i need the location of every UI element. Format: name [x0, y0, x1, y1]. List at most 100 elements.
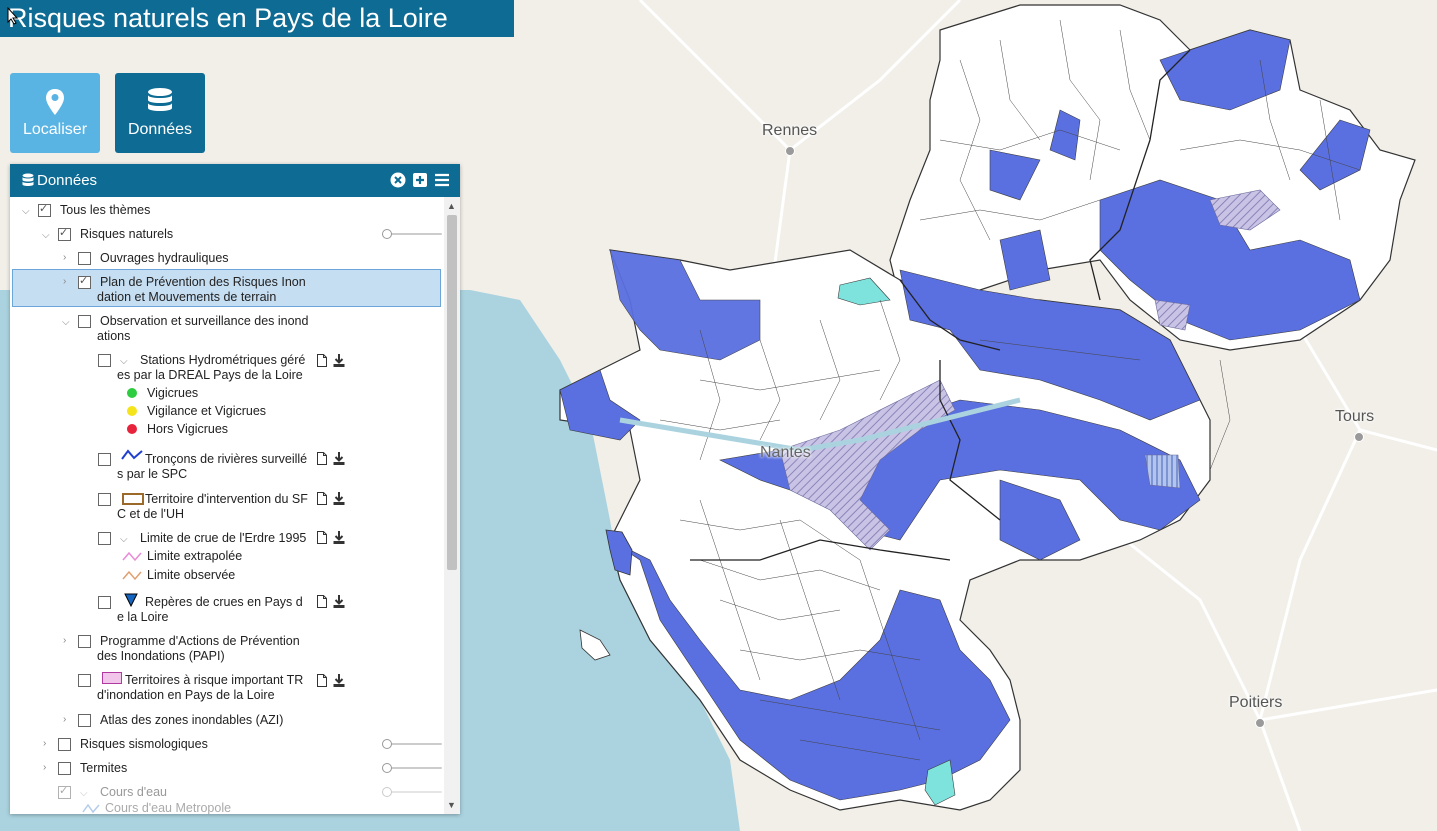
tree-label-azi: Atlas des zones inondables (AZI)	[100, 713, 284, 727]
chevron-down-icon[interactable]: ⌵	[80, 789, 90, 799]
chevron-down-icon[interactable]: ⌵	[120, 357, 130, 367]
scroll-up-icon[interactable]: ▲	[447, 201, 456, 211]
file-icon[interactable]	[316, 531, 328, 544]
tree-label-ppri-line1: Plan de Prévention des Risques Inon	[100, 275, 306, 289]
legend-line-observee	[122, 570, 142, 581]
checkbox-papi[interactable]	[78, 635, 91, 648]
checkbox-tri[interactable]	[78, 674, 91, 687]
river-line-icon	[121, 449, 143, 460]
chevron-right-icon[interactable]: ›	[63, 253, 73, 263]
legend-label-vigilance: Vigilance et Vigicrues	[147, 404, 267, 418]
close-all-icon[interactable]	[390, 172, 406, 188]
chevron-down-icon[interactable]: ⌵	[22, 207, 32, 217]
chevron-right-icon[interactable]: ›	[63, 636, 73, 646]
chevron-down-icon[interactable]: ⌵	[42, 231, 52, 241]
map-marker-icon	[46, 89, 64, 115]
legend-label-observee: Limite observée	[147, 568, 236, 582]
tree-label-all-themes: Tous les thèmes	[60, 203, 151, 217]
menu-icon[interactable]	[434, 172, 450, 188]
city-label-nantes: Nantes	[760, 444, 811, 461]
download-icon[interactable]	[333, 595, 345, 608]
checkbox-stations[interactable]	[98, 354, 111, 367]
tree-label-troncons-line2: s par le SPC	[117, 467, 188, 481]
legend-label-vigicrues: Vigicrues	[147, 386, 199, 400]
tree-label-cours-eau-metro: Cours d'eau Metropole	[105, 801, 232, 814]
database-icon	[148, 88, 172, 111]
checkbox-limite-crue[interactable]	[98, 532, 111, 545]
localiser-label: Localiser	[22, 121, 88, 138]
opacity-slider[interactable]	[382, 787, 442, 797]
scrollbar-thumb[interactable]	[447, 215, 457, 570]
tree-label-tri-line1: Territoires à risque important TR	[125, 673, 304, 687]
chevron-down-icon[interactable]: ⌵	[120, 535, 130, 545]
tree-label-observation-line2: ations	[97, 329, 131, 343]
download-icon[interactable]	[333, 452, 345, 465]
legend-line-extrapolee	[122, 551, 142, 562]
chevron-right-icon[interactable]: ›	[43, 763, 53, 773]
tri-polygon-icon	[102, 672, 122, 684]
file-icon[interactable]	[316, 492, 328, 505]
city-dot-poitiers	[1255, 718, 1265, 728]
scroll-down-icon[interactable]: ▼	[447, 800, 456, 810]
download-icon[interactable]	[333, 674, 345, 687]
mouse-cursor-icon	[7, 7, 19, 25]
donnees-label: Données	[127, 121, 193, 138]
city-dot-tours	[1354, 432, 1364, 442]
checkbox-reperes[interactable]	[98, 596, 111, 609]
file-icon[interactable]	[316, 452, 328, 465]
tree-label-reperes-line2: e la Loire	[117, 610, 169, 624]
tree-label-risques-naturels: Risques naturels	[80, 227, 174, 241]
panel-scrollbar[interactable]: ▲ ▼	[444, 197, 460, 814]
download-icon[interactable]	[333, 531, 345, 544]
city-dot-rennes	[785, 146, 795, 156]
data-panel-title: Données	[37, 172, 98, 189]
opacity-slider[interactable]	[382, 763, 442, 773]
download-icon[interactable]	[333, 354, 345, 367]
checkbox-risques-naturels[interactable]	[58, 226, 71, 241]
tree-label-territoire-line2: C et de l'UH	[117, 507, 184, 521]
file-icon[interactable]	[316, 595, 328, 608]
chevron-right-icon[interactable]: ›	[43, 739, 53, 749]
add-layer-icon[interactable]	[412, 172, 428, 188]
data-panel: Données ⌵ Tous les thèmes ⌵ Risques natu…	[10, 164, 460, 814]
download-icon[interactable]	[333, 492, 345, 505]
flood-marker-icon	[124, 593, 138, 607]
localiser-button[interactable]: Localiser	[10, 73, 100, 153]
tree-label-stations-line2: es par la DREAL Pays de la Loire	[117, 368, 303, 382]
checkbox-sismo[interactable]	[58, 738, 71, 751]
tree-label-papi-line2: des Inondations (PAPI)	[97, 649, 225, 663]
legend-dot-vigicrues	[127, 388, 137, 398]
checkbox-termites[interactable]	[58, 762, 71, 775]
checkbox-cours-eau[interactable]	[58, 784, 71, 799]
tree-label-ouvrages: Ouvrages hydrauliques	[100, 251, 229, 265]
checkbox-ppri[interactable]	[78, 274, 91, 289]
donnees-button[interactable]: Données	[115, 73, 205, 153]
legend-line-cours-eau	[82, 803, 100, 814]
tree-label-sismo: Risques sismologiques	[80, 737, 208, 751]
territory-outline-icon	[122, 493, 144, 505]
city-label-tours: Tours	[1335, 408, 1375, 425]
tree-label-reperes-line1: Repères de crues en Pays d	[145, 595, 303, 609]
opacity-slider[interactable]	[382, 739, 442, 749]
layer-tree: ⌵ Tous les thèmes ⌵ Risques naturels › O…	[10, 197, 442, 814]
chevron-right-icon[interactable]: ›	[63, 715, 73, 725]
database-icon	[22, 173, 34, 186]
checkbox-ouvrages[interactable]	[78, 252, 91, 265]
file-icon[interactable]	[316, 354, 328, 367]
checkbox-all-themes[interactable]	[38, 202, 51, 217]
chevron-down-icon[interactable]: ⌵	[62, 318, 72, 328]
file-icon[interactable]	[316, 674, 328, 687]
checkbox-territoire[interactable]	[98, 493, 111, 506]
legend-label-hors-vigicrues: Hors Vigicrues	[147, 422, 229, 436]
checkbox-troncons[interactable]	[98, 453, 111, 466]
checkbox-observation[interactable]	[78, 315, 91, 328]
app-title: Risques naturels en Pays de la Loire	[0, 0, 514, 37]
legend-label-extrapolee: Limite extrapolée	[147, 549, 243, 563]
tree-label-termites: Termites	[80, 761, 128, 775]
city-label-rennes: Rennes	[762, 122, 818, 139]
chevron-right-icon[interactable]: ›	[63, 277, 73, 287]
tree-label-territoire-line1: Territoire d'intervention du SF	[145, 492, 308, 506]
checkbox-azi[interactable]	[78, 714, 91, 727]
opacity-slider[interactable]	[382, 229, 442, 239]
tree-label-stations-line1: Stations Hydrométriques géré	[140, 353, 306, 367]
